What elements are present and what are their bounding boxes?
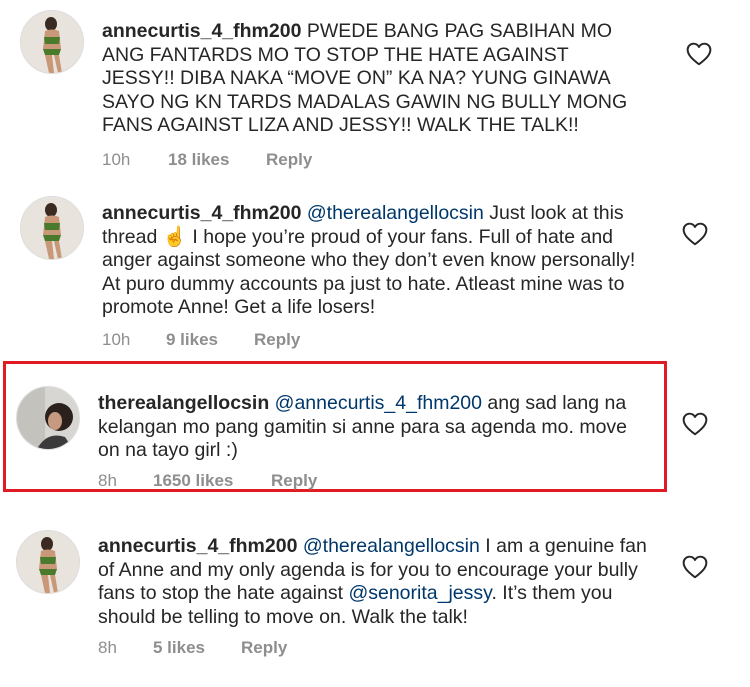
profile-photo-icon: [17, 531, 79, 593]
avatar[interactable]: [20, 196, 84, 260]
comment-likes[interactable]: 1650 likes: [153, 471, 233, 491]
reply-button[interactable]: Reply: [266, 150, 312, 170]
heart-icon[interactable]: [682, 412, 708, 436]
comment-username[interactable]: annecurtis_4_fhm200: [102, 202, 301, 224]
reply-button[interactable]: Reply: [254, 330, 300, 350]
comment-time: 10h: [102, 150, 131, 169]
heart-icon[interactable]: [682, 222, 708, 246]
avatar[interactable]: [16, 530, 80, 594]
profile-photo-icon: [21, 11, 83, 73]
comment-text: annecurtis_4_fhm200 PWEDE BANG PAG SABIH…: [102, 20, 642, 138]
comment-text: therealangellocsin @annecurtis_4_fhm200 …: [98, 392, 643, 463]
comment-mention[interactable]: @annecurtis_4_fhm200: [275, 392, 482, 414]
comment-time: 8h: [98, 471, 117, 490]
comment-meta: 8h 1650 likes Reply: [98, 471, 498, 491]
heart-icon[interactable]: [682, 555, 708, 579]
comment-text: annecurtis_4_fhm200 @therealangellocsin …: [102, 202, 657, 320]
comment-likes[interactable]: 18 likes: [168, 150, 229, 170]
comment-mention[interactable]: @therealangellocsin: [303, 535, 480, 557]
comment-time: 10h: [102, 330, 131, 349]
comment-username[interactable]: therealangellocsin: [98, 392, 269, 414]
comment-meta: 8h 5 likes Reply: [98, 638, 498, 658]
avatar[interactable]: [16, 386, 80, 450]
comment-mention[interactable]: @therealangellocsin: [307, 202, 484, 224]
comment-mention-2[interactable]: @senorita_jessy: [348, 582, 491, 604]
profile-photo-icon: [21, 197, 83, 259]
reply-button[interactable]: Reply: [241, 638, 287, 658]
reply-button[interactable]: Reply: [271, 471, 317, 491]
profile-photo-icon: [17, 387, 79, 449]
heart-icon[interactable]: [686, 42, 712, 66]
comment-likes[interactable]: 5 likes: [153, 638, 205, 658]
comment-time: 8h: [98, 638, 117, 657]
comment-meta: 10h 9 likes Reply: [102, 330, 502, 350]
comment-username[interactable]: annecurtis_4_fhm200: [98, 535, 297, 557]
comment-likes[interactable]: 9 likes: [166, 330, 218, 350]
comment-text: annecurtis_4_fhm200 @therealangellocsin …: [98, 535, 660, 629]
comment-meta: 10h 18 likes Reply: [102, 150, 502, 170]
comment-username[interactable]: annecurtis_4_fhm200: [102, 20, 301, 42]
avatar[interactable]: [20, 10, 84, 74]
